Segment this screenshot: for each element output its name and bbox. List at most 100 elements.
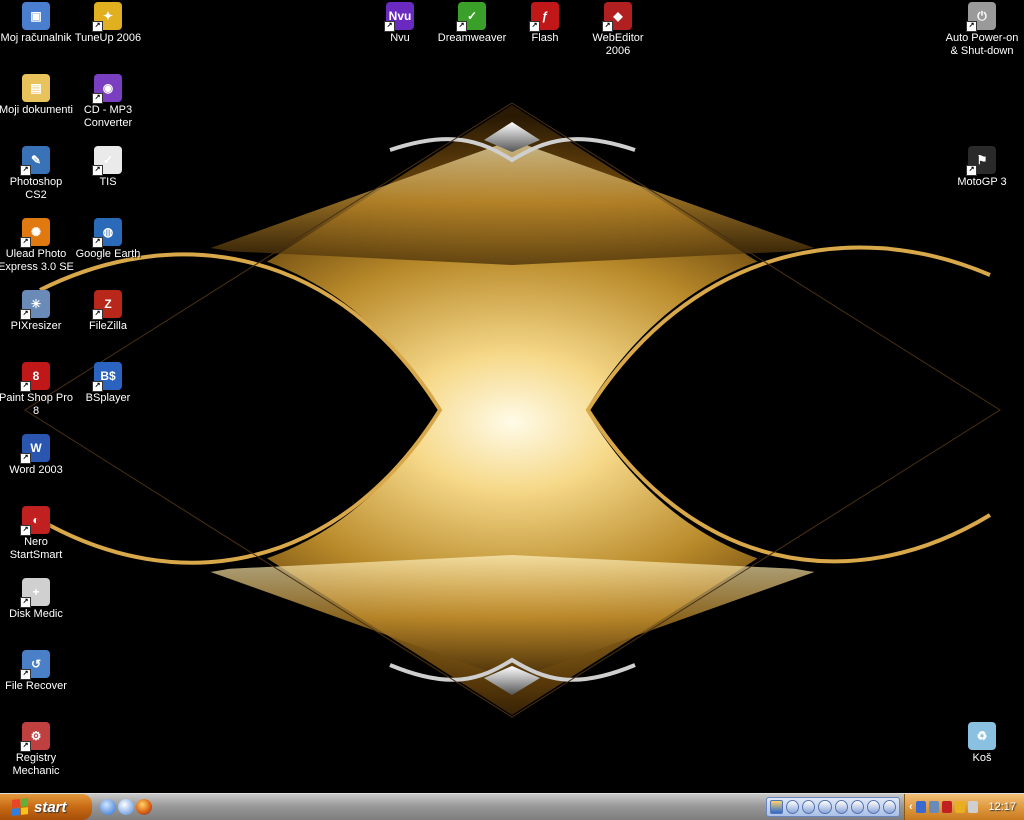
desktop-icon-motogp[interactable]: ⚑ ↗ MotoGP 3 (944, 146, 1020, 189)
desktop-icon-paintshop[interactable]: 8 ↗ Paint Shop Pro 8 (0, 362, 74, 418)
antivirus-icon[interactable] (941, 801, 952, 813)
nero-icon: ◐ ↗ (20, 506, 50, 536)
desktop-icon-cd-mp3[interactable]: ◉ ↗ CD - MP3 Converter (70, 74, 146, 130)
desktop-icon-documents-folder[interactable]: ▤ Moji dokumenti (0, 74, 74, 117)
bsplayer-icon: B$ ↗ (92, 362, 122, 392)
desktop-icon-label: MotoGP 3 (957, 176, 1007, 188)
media-player-icon[interactable] (118, 799, 134, 815)
shortcut-arrow-icon: ↗ (966, 165, 977, 176)
desktop-icon-label: Word 2003 (9, 464, 63, 476)
desktop-icon-label: CD - MP3 Converter (83, 104, 133, 129)
pause-button[interactable] (802, 800, 816, 814)
system-tray: ‹ 12:17 (904, 794, 1024, 820)
desktop-icon-label: PIXresizer (10, 320, 62, 332)
shortcut-arrow-icon: ↗ (384, 21, 395, 32)
desktop-icon-label: FileZilla (89, 320, 127, 332)
shortcut-arrow-icon: ↗ (20, 165, 31, 176)
desktop-icon-label: TuneUp 2006 (74, 32, 142, 44)
shortcut-arrow-icon: ↗ (602, 21, 613, 32)
desktop-icon-bsplayer[interactable]: B$ ↗ BSplayer (70, 362, 146, 405)
desktop-icon-tuneup[interactable]: ✦ ↗ TuneUp 2006 (70, 2, 146, 45)
desktop-icon-label: Registry Mechanic (12, 752, 60, 777)
desktop-icon-registry-mechanic[interactable]: ⚙ ↗ Registry Mechanic (0, 722, 74, 778)
start-button[interactable]: start (0, 794, 92, 820)
stop-button[interactable] (786, 800, 800, 814)
media-logo-icon (770, 800, 784, 814)
desktop-icon-flash[interactable]: ƒ ↗ Flash (507, 2, 583, 45)
mute-button[interactable] (866, 800, 880, 814)
desktop-icon-dreamweaver[interactable]: ✓ ↗ Dreamweaver (434, 2, 510, 45)
desktop-icon-nvu[interactable]: Nvu ↗ Nvu (362, 2, 438, 45)
volume-icon[interactable] (967, 801, 978, 813)
shortcut-arrow-icon: ↗ (966, 21, 977, 32)
desktop-icon-filezilla[interactable]: Z ↗ FileZilla (70, 290, 146, 333)
webeditor-icon: ◆ ↗ (602, 2, 632, 32)
pixresizer-icon: ✳ ↗ (20, 290, 50, 320)
volume-button[interactable] (882, 800, 896, 814)
filezilla-icon: Z ↗ (92, 290, 122, 320)
desktop-icon-photoshop[interactable]: ✎ ↗ Photoshop CS2 (0, 146, 74, 202)
next-button[interactable] (850, 800, 864, 814)
desktop-icon-label: WebEditor 2006 (592, 32, 644, 57)
flash-icon: ƒ ↗ (529, 2, 559, 32)
desktop-icon-disk-medic[interactable]: + ↗ Disk Medic (0, 578, 74, 621)
windows-flag-icon (12, 798, 28, 816)
desktop-icon-tis[interactable]: ✓ ↗ TIS (70, 146, 146, 189)
desktop-icon-pixresizer[interactable]: ✳ ↗ PIXresizer (0, 290, 74, 333)
show-desktop-icon[interactable] (100, 799, 116, 815)
media-player-toolbar (766, 797, 900, 817)
photoshop-icon: ✎ ↗ (20, 146, 50, 176)
firefox-icon[interactable] (136, 799, 152, 815)
desktop-icon-label: Nvu (390, 32, 410, 44)
monitor-icon[interactable] (928, 801, 939, 813)
shortcut-arrow-icon: ↗ (456, 21, 467, 32)
cd-mp3-icon: ◉ ↗ (92, 74, 122, 104)
shortcut-arrow-icon: ↗ (92, 21, 103, 32)
desktop-icon-label: Disk Medic (9, 608, 63, 620)
shortcut-arrow-icon: ↗ (92, 165, 103, 176)
tray-expand-icon[interactable]: ‹ (909, 801, 913, 813)
paintshop-icon: 8 ↗ (20, 362, 50, 392)
network-icon[interactable] (915, 801, 926, 813)
desktop-icon-label: Flash (531, 32, 559, 44)
desktop-icon-recycle-bin[interactable]: ♻ Koš (944, 722, 1020, 765)
computer-icon: ▣ (22, 2, 50, 30)
desktop-icon-auto-power[interactable]: ⏻ ↗ Auto Power-on & Shut-down (944, 2, 1020, 58)
motogp-icon: ⚑ ↗ (966, 146, 996, 176)
desktop-icon-google-earth[interactable]: ◍ ↗ Google Earth (70, 218, 146, 261)
file-recover-icon: ↺ ↗ (20, 650, 50, 680)
shortcut-arrow-icon: ↗ (20, 237, 31, 248)
desktop-icon-label: Nero StartSmart (9, 536, 63, 561)
shortcut-arrow-icon: ↗ (92, 381, 103, 392)
desktop-icon-label: Photoshop CS2 (9, 176, 63, 201)
shortcut-arrow-icon: ↗ (20, 669, 31, 680)
messenger-icon[interactable] (954, 801, 965, 813)
play-button[interactable] (818, 800, 832, 814)
desktop-icon-file-recover[interactable]: ↺ ↗ File Recover (0, 650, 74, 693)
tuneup-icon: ✦ ↗ (92, 2, 122, 32)
desktop-icon-webeditor[interactable]: ◆ ↗ WebEditor 2006 (580, 2, 656, 58)
shortcut-arrow-icon: ↗ (20, 741, 31, 752)
nvu-icon: Nvu ↗ (384, 2, 414, 32)
disk-medic-icon: + ↗ (20, 578, 50, 608)
previous-button[interactable] (834, 800, 848, 814)
desktop-wallpaper (0, 0, 1024, 793)
desktop-icon-label: TIS (99, 176, 117, 188)
clock[interactable]: 12:17 (988, 801, 1016, 813)
desktop-icon-label: Auto Power-on & Shut-down (945, 32, 1019, 57)
shortcut-arrow-icon: ↗ (20, 309, 31, 320)
desktop-icon-ulead[interactable]: ✺ ↗ Ulead Photo Express 3.0 SE (0, 218, 74, 274)
shortcut-arrow-icon: ↗ (20, 453, 31, 464)
auto-power-icon: ⏻ ↗ (966, 2, 996, 32)
desktop-icon-computer[interactable]: ▣ Moj računalnik (0, 2, 74, 45)
documents-folder-icon: ▤ (22, 74, 50, 102)
shortcut-arrow-icon: ↗ (20, 525, 31, 536)
dreamweaver-icon: ✓ ↗ (456, 2, 486, 32)
registry-mechanic-icon: ⚙ ↗ (20, 722, 50, 752)
google-earth-icon: ◍ ↗ (92, 218, 122, 248)
desktop-icon-nero[interactable]: ◐ ↗ Nero StartSmart (0, 506, 74, 562)
shortcut-arrow-icon: ↗ (20, 381, 31, 392)
desktop-icon-word[interactable]: W ↗ Word 2003 (0, 434, 74, 477)
tis-icon: ✓ ↗ (92, 146, 122, 176)
desktop-icon-label: Dreamweaver (437, 32, 507, 44)
